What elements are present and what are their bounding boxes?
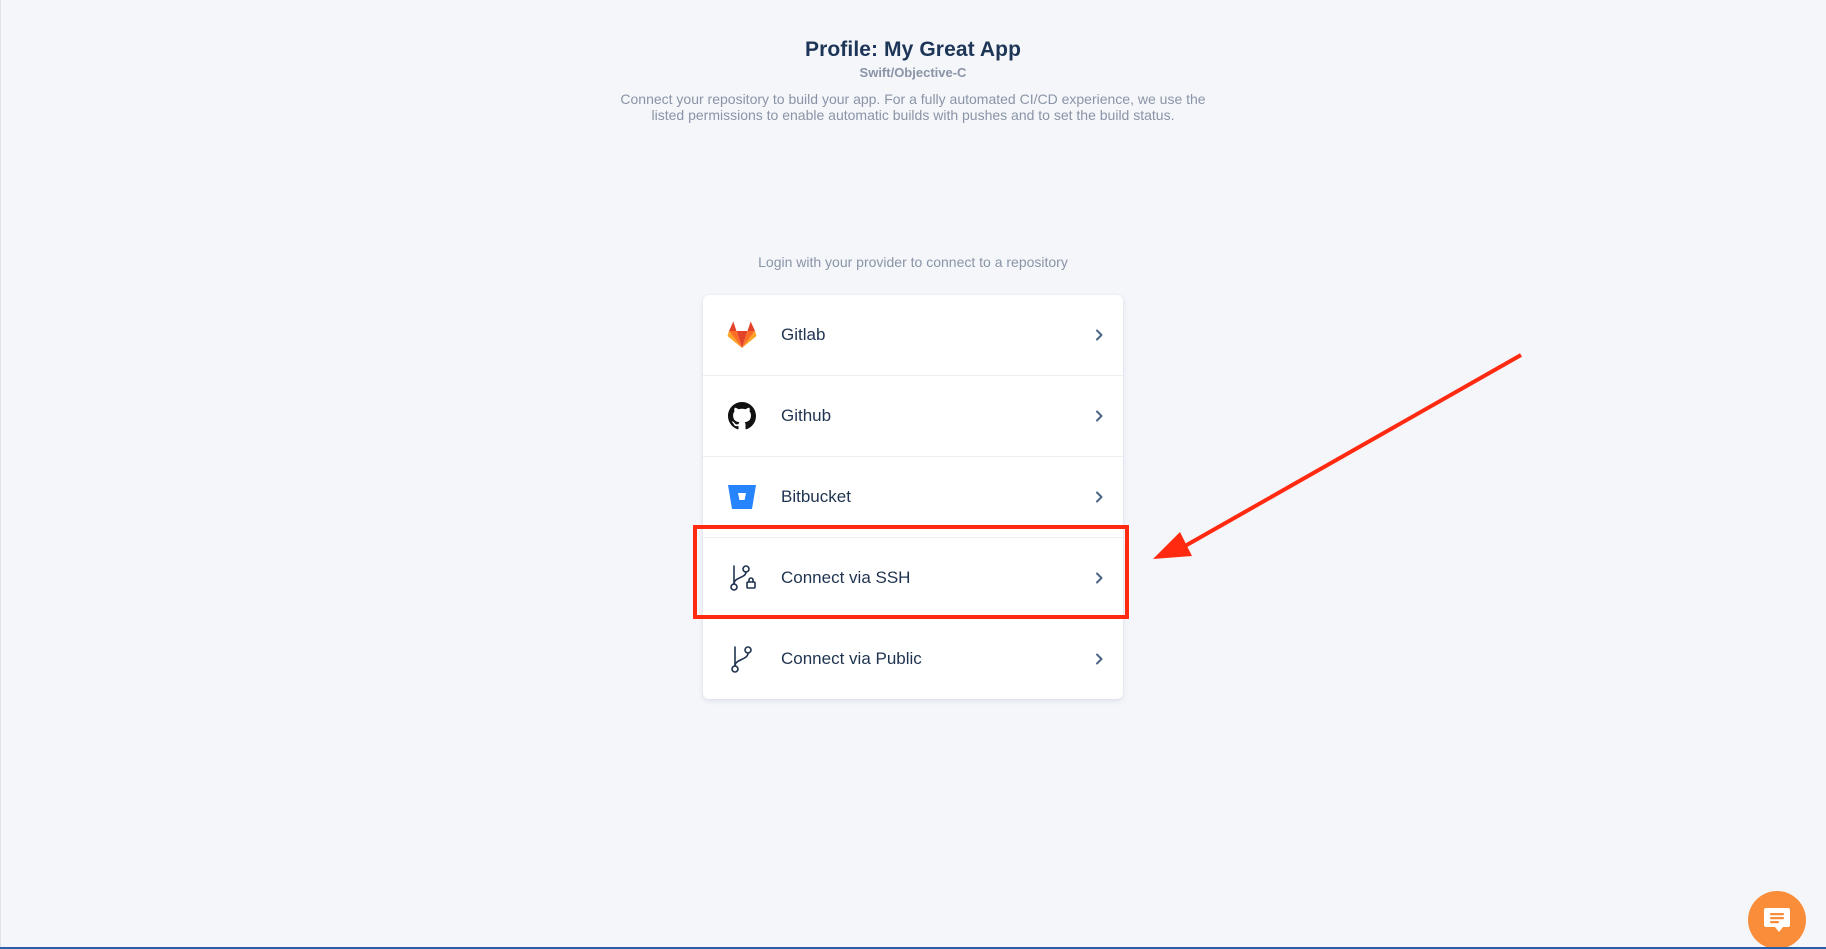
chevron-right-icon	[1096, 572, 1103, 584]
page-header: Profile: My Great App Swift/Objective-C …	[0, 38, 1826, 123]
provider-label: Connect via SSH	[781, 568, 911, 587]
chevron-right-icon	[1096, 653, 1103, 665]
chevron-right-icon	[1096, 410, 1103, 422]
git-branch-icon	[726, 643, 758, 675]
chevron-right-icon	[1096, 329, 1103, 341]
window-edge	[0, 0, 1, 949]
page-subtitle: Swift/Objective-C	[859, 65, 967, 80]
page-description: Connect your repository to build your ap…	[620, 91, 1206, 123]
provider-list: Gitlab Github Bitbucket Connect via SSH …	[703, 295, 1123, 699]
provider-prompt: Login with your provider to connect to a…	[758, 254, 1068, 270]
provider-item-public[interactable]: Connect via Public	[703, 619, 1123, 699]
provider-label: Connect via Public	[781, 649, 922, 668]
provider-item-ssh[interactable]: Connect via SSH	[703, 538, 1123, 619]
github-icon	[726, 400, 758, 432]
provider-item-github[interactable]: Github	[703, 376, 1123, 457]
provider-item-bitbucket[interactable]: Bitbucket	[703, 457, 1123, 538]
chevron-right-icon	[1096, 491, 1103, 503]
provider-label: Github	[781, 406, 832, 425]
chat-button[interactable]	[1748, 891, 1806, 949]
provider-item-gitlab[interactable]: Gitlab	[703, 295, 1123, 376]
bitbucket-icon	[726, 481, 758, 513]
gitlab-icon	[726, 319, 758, 351]
provider-label: Bitbucket	[781, 487, 851, 506]
provider-label: Gitlab	[781, 325, 826, 344]
page-title: Profile: My Great App	[804, 38, 1022, 61]
git-branch-lock-icon	[726, 562, 758, 594]
chat-icon	[1764, 908, 1790, 932]
